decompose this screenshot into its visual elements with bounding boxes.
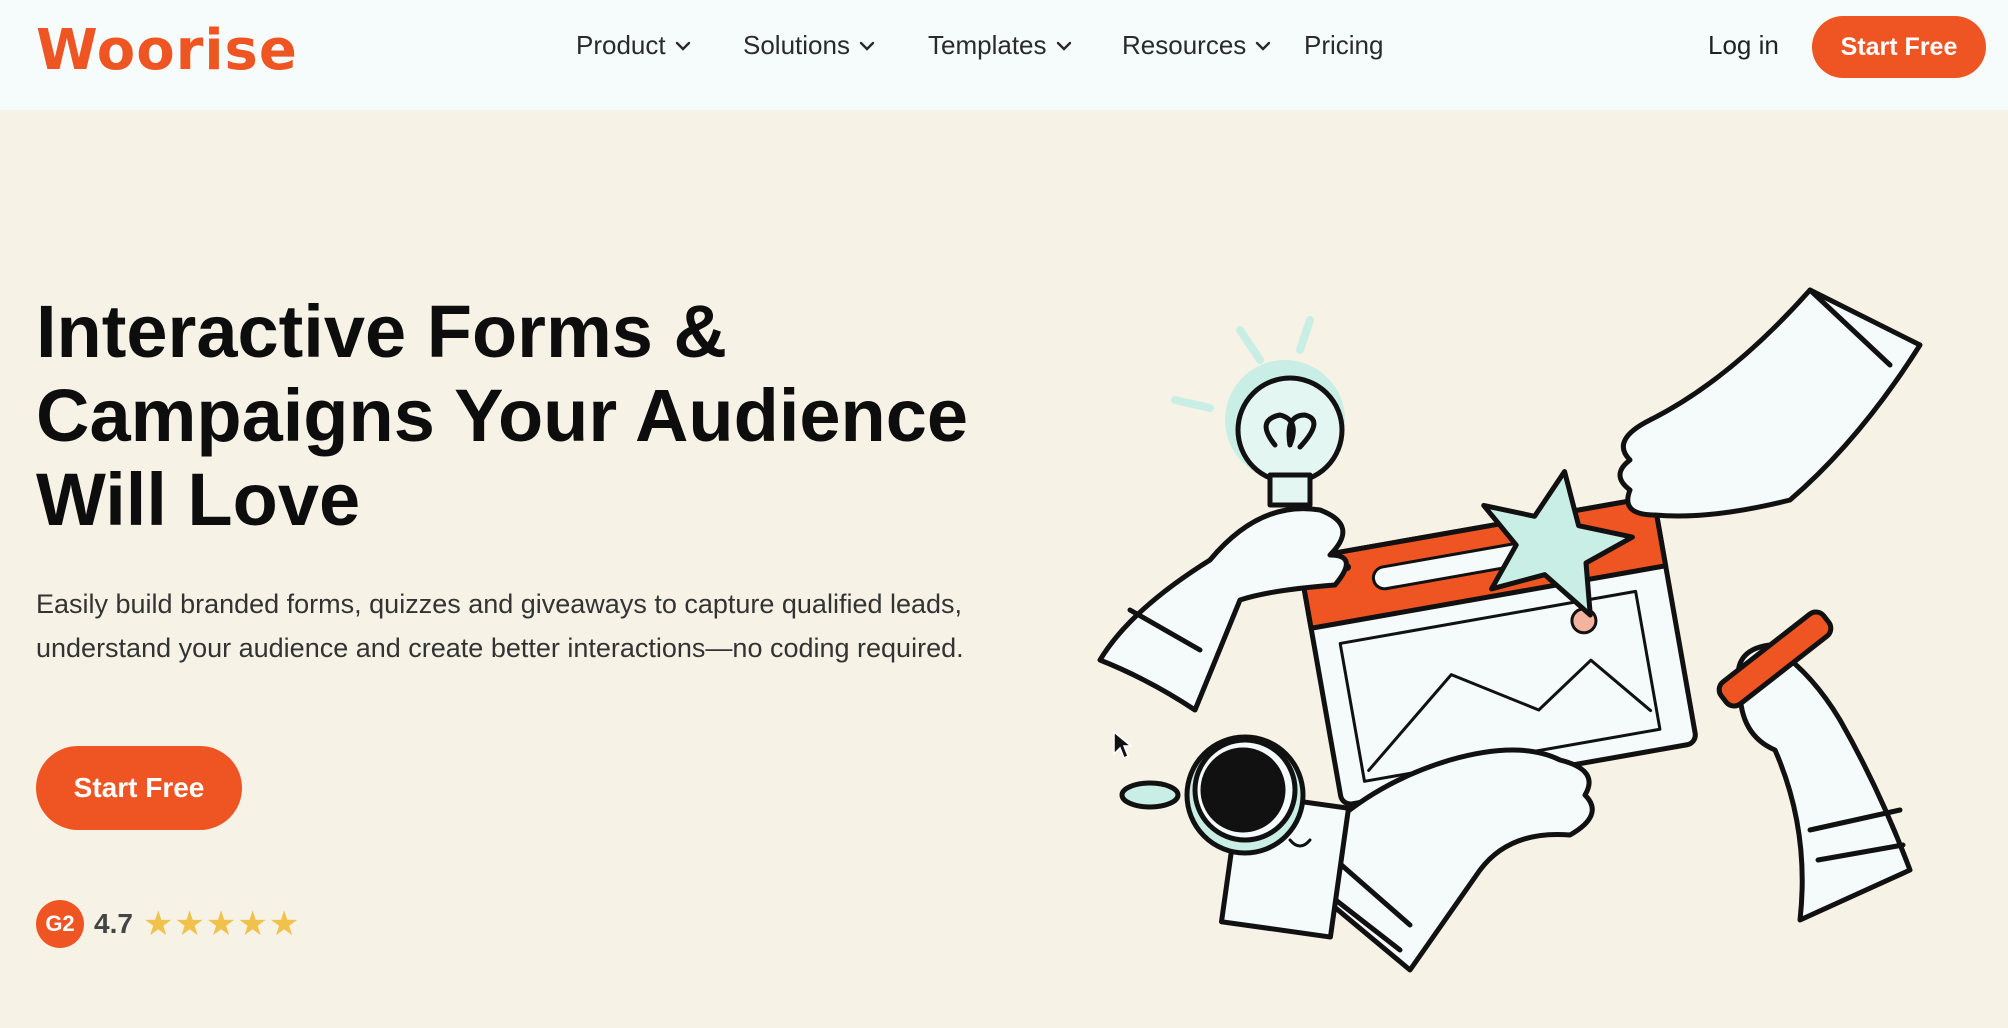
top-navigation-bar: Woorise Product Solutions Templates Reso…	[0, 0, 2008, 110]
login-link[interactable]: Log in	[1708, 30, 1779, 61]
g2-rating: G2 4.7 ★★★★★	[36, 900, 300, 948]
chevron-down-icon	[1256, 41, 1271, 51]
nav-resources[interactable]: Resources	[1122, 30, 1272, 61]
hero-subtitle: Easily build branded forms, quizzes and …	[36, 589, 964, 663]
chevron-down-icon	[1056, 41, 1071, 51]
coffee-cup-illustration	[1119, 734, 1352, 940]
nav-solutions[interactable]: Solutions	[743, 30, 876, 61]
hero-title-line: Will Love	[36, 458, 361, 541]
nav-start-free-button[interactable]: Start Free	[1812, 16, 1986, 78]
mouse-cursor-icon	[1113, 730, 1132, 760]
rating-value: 4.7	[94, 908, 133, 939]
hero-start-free-button[interactable]: Start Free	[36, 746, 242, 830]
nav-solutions-label: Solutions	[743, 30, 850, 60]
nav-product[interactable]: Product	[576, 30, 692, 61]
woorise-logo[interactable]: Woorise	[36, 18, 298, 83]
hero-illustration	[1097, 287, 1923, 973]
nav-templates[interactable]: Templates	[928, 30, 1073, 61]
rating-stars-icon: ★★★★★	[142, 905, 301, 943]
nav-resources-label: Resources	[1122, 30, 1247, 60]
hero-title-line: Campaigns Your Audience	[36, 374, 969, 457]
light-bulb-illustration	[1171, 316, 1345, 508]
nav-templates-label: Templates	[928, 30, 1047, 60]
nav-pricing-label: Pricing	[1304, 30, 1384, 60]
g2-logo-icon: G2	[36, 900, 84, 948]
nav-pricing[interactable]: Pricing	[1304, 30, 1383, 61]
hero-title-line: Interactive Forms &	[36, 290, 727, 373]
chevron-down-icon	[675, 41, 690, 51]
chevron-down-icon	[859, 41, 875, 51]
right-top-hand-illustration	[1617, 287, 1923, 519]
nav-product-label: Product	[576, 30, 666, 60]
hero-title: Interactive Forms & Campaigns Your Audie…	[36, 290, 1016, 542]
